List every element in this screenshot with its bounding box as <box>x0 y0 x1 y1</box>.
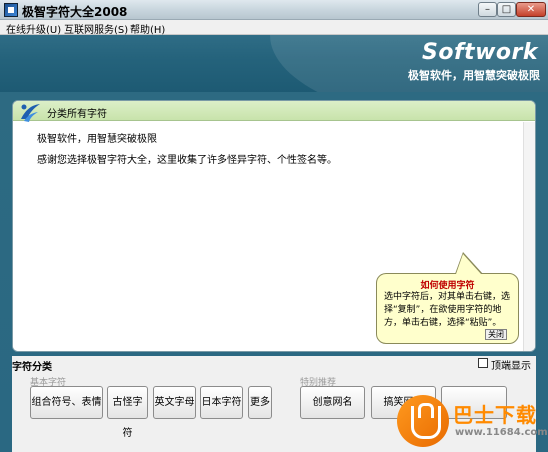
help-tooltip: 如何使用字符 选中字符后，对其单击右键，选择“复制”，在欲使用字符的地方，单击右… <box>376 273 519 344</box>
panel-header: 分类所有字符 <box>13 101 535 122</box>
maximize-button[interactable]: □ <box>497 2 516 17</box>
category-button-more[interactable]: 更多 <box>248 386 272 419</box>
text-line: 极智软件，用智慧突破极限 <box>37 134 157 145</box>
minimize-button[interactable]: – <box>478 2 497 17</box>
watermark-url: www.11684.com <box>455 427 548 438</box>
header-banner: Softwork 极智软件，用智慧突破极限 <box>0 35 548 92</box>
category-title: 字符分类 <box>12 362 52 373</box>
watermark-text: 巴士下载 <box>453 403 537 427</box>
panel-title: 分类所有字符 <box>47 109 107 120</box>
title-bar: 极智字符大全2008 – □ ✕ <box>0 0 548 20</box>
menu-internet-services[interactable]: 互联网服务(S) <box>64 21 128 36</box>
text-line: 感谢您选择极智字符大全，这里收集了许多怪异字符、个性签名等。 <box>37 155 337 166</box>
brand-logo-text: Softwork <box>422 40 538 65</box>
help-tooltip-close-button[interactable]: 关闭 <box>485 329 507 340</box>
menu-bar: 在线升级(U) 互联网服务(S) 帮助(H) <box>0 20 548 36</box>
topmost-label[interactable]: 顶端显示 <box>491 357 531 372</box>
menu-help[interactable]: 帮助(H) <box>130 21 165 36</box>
category-button-creative-names[interactable]: 创意网名 <box>300 386 365 419</box>
close-button[interactable]: ✕ <box>516 2 546 17</box>
brand-slogan: 极智软件，用智慧突破极限 <box>408 69 540 82</box>
category-button-symbols-emoticons[interactable]: 组合符号、表情 <box>30 386 103 419</box>
watermark: 巴士下载 www.11684.com <box>397 393 548 451</box>
watermark-logo-icon <box>397 395 449 447</box>
vertical-scrollbar[interactable] <box>523 122 535 351</box>
category-button-japanese-chars[interactable]: 日本字符 <box>200 386 243 419</box>
help-tooltip-text: 选中字符后，对其单击右键，选择“复制”，在欲使用字符的地方，单击右键，选择“粘贴… <box>384 292 511 328</box>
tooltip-tail-fill <box>456 254 481 274</box>
topmost-checkbox[interactable] <box>478 358 488 368</box>
category-button-weird-chars[interactable]: 古怪字符 <box>107 386 148 439</box>
category-button-english-letters[interactable]: 英文字母 <box>153 386 196 419</box>
app-icon <box>4 3 18 17</box>
help-tooltip-title: 如何使用字符 <box>420 281 475 291</box>
menu-online-upgrade[interactable]: 在线升级(U) <box>6 21 61 36</box>
window-title: 极智字符大全2008 <box>22 5 128 19</box>
